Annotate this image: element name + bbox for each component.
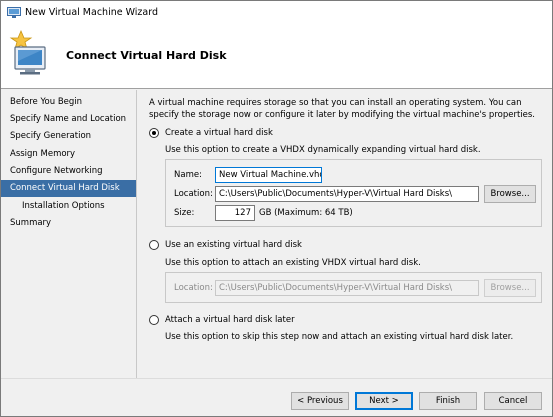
existing-location-label: Location:	[174, 283, 213, 293]
step-assign-memory[interactable]: Assign Memory	[1, 146, 136, 163]
create-vhd-radio[interactable]	[149, 128, 159, 138]
browse-button[interactable]: Browse...	[484, 185, 536, 203]
wizard-window: New Virtual Machine Wizard Connect Virtu…	[0, 0, 553, 417]
step-installation-options[interactable]: Installation Options	[1, 198, 136, 215]
step-specify-name-and-location[interactable]: Specify Name and Location	[1, 111, 136, 128]
step-summary[interactable]: Summary	[1, 215, 136, 232]
wizard-header: Connect Virtual Hard Disk	[1, 25, 552, 89]
existing-location-input[interactable]: C:\Users\Public\Documents\Hyper-V\Virtua…	[215, 280, 479, 296]
intro-text: A virtual machine requires storage so th…	[149, 98, 535, 120]
step-configure-networking[interactable]: Configure Networking	[1, 163, 136, 180]
create-vhd-option[interactable]: Create a virtual hard disk	[149, 128, 273, 138]
existing-vhd-description: Use this option to attach an existing VH…	[165, 258, 421, 268]
existing-vhd-label: Use an existing virtual hard disk	[165, 240, 302, 250]
cancel-button[interactable]: Cancel	[484, 392, 542, 410]
step-connect-virtual-hard-disk[interactable]: Connect Virtual Hard Disk	[1, 180, 136, 197]
size-units-text: GB (Maximum: 64 TB)	[259, 208, 353, 218]
title-bar: New Virtual Machine Wizard	[1, 1, 552, 25]
page-title: Connect Virtual Hard Disk	[66, 49, 227, 62]
step-specify-generation[interactable]: Specify Generation	[1, 128, 136, 145]
attach-later-description: Use this option to skip this step now an…	[165, 332, 514, 342]
existing-browse-button[interactable]: Browse...	[484, 279, 536, 297]
attach-later-label: Attach a virtual hard disk later	[165, 315, 295, 325]
window-title: New Virtual Machine Wizard	[25, 7, 158, 18]
page-content: A virtual machine requires storage so th…	[149, 97, 544, 377]
existing-vhd-group: Location: C:\Users\Public\Documents\Hype…	[165, 272, 542, 303]
create-vhd-description: Use this option to create a VHDX dynamic…	[165, 145, 481, 155]
create-vhd-label: Create a virtual hard disk	[165, 128, 273, 138]
attach-later-option[interactable]: Attach a virtual hard disk later	[149, 315, 295, 325]
wizard-step-list: Before You Begin Specify Name and Locati…	[1, 90, 137, 378]
wizard-computer-icon	[5, 29, 51, 77]
step-before-you-begin[interactable]: Before You Begin	[1, 94, 136, 111]
existing-vhd-option[interactable]: Use an existing virtual hard disk	[149, 240, 302, 250]
attach-later-radio[interactable]	[149, 315, 159, 325]
virtual-machine-icon	[7, 7, 21, 19]
create-vhd-group: Name: New Virtual Machine.vhdx Location:…	[165, 159, 542, 227]
next-button[interactable]: Next >	[355, 392, 413, 410]
existing-vhd-radio[interactable]	[149, 240, 159, 250]
size-label: Size:	[174, 208, 195, 218]
vhd-location-input[interactable]: C:\Users\Public\Documents\Hyper-V\Virtua…	[215, 186, 479, 202]
footer-divider	[1, 378, 552, 379]
finish-button[interactable]: Finish	[419, 392, 477, 410]
name-label: Name:	[174, 170, 202, 180]
location-label: Location:	[174, 189, 213, 199]
previous-button[interactable]: < Previous	[291, 392, 349, 410]
vhd-size-input[interactable]: 127	[215, 205, 255, 221]
vhd-name-input[interactable]: New Virtual Machine.vhdx	[215, 167, 322, 183]
